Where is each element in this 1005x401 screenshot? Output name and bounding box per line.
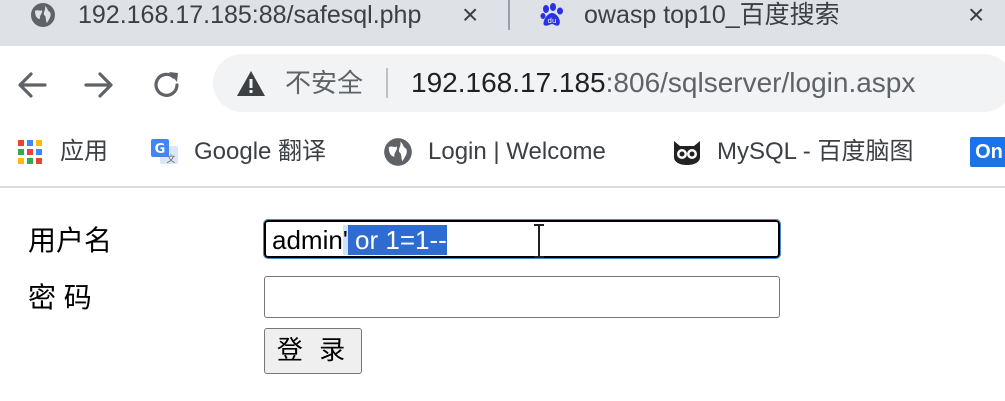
password-input[interactable]	[264, 276, 780, 318]
password-label: 密 码	[28, 282, 92, 313]
reload-icon	[154, 72, 179, 97]
close-icon[interactable]: ×	[462, 0, 478, 30]
globe-icon	[30, 2, 56, 28]
on-badge-icon: On	[970, 137, 1005, 167]
address-bar[interactable]: 不安全 192.168.17.185:806/sqlserver/login.a…	[213, 54, 1005, 112]
bookmark-label: Google 翻译	[194, 138, 327, 165]
forward-arrow-icon	[84, 72, 113, 98]
bookmark-mysql-brainmap[interactable]: MySQL - 百度脑图	[671, 134, 913, 170]
back-button[interactable]	[12, 65, 52, 105]
svg-text:G: G	[155, 142, 166, 157]
google-translate-icon: G 文	[148, 136, 180, 168]
browser-toolbar: 不安全 192.168.17.185:806/sqlserver/login.a…	[0, 46, 1005, 124]
text-cursor-icon	[534, 224, 544, 258]
bookmark-google-translate[interactable]: G 文 Google 翻译	[148, 134, 326, 170]
bookmark-apps[interactable]: 应用	[14, 134, 108, 170]
url-host: 192.168.17.185	[411, 67, 606, 98]
tab-owasp-search[interactable]: du owasp top10_百度搜索 ×	[510, 0, 1005, 46]
tab-strip: 192.168.17.185:88/safesql.php × du owasp…	[0, 0, 1005, 46]
username-value: admin' or 1=1--	[272, 225, 447, 255]
apps-grid-icon	[14, 136, 46, 168]
globe-icon	[382, 136, 414, 168]
bookmark-label: 应用	[60, 138, 108, 165]
reload-button[interactable]	[147, 65, 187, 105]
tab-title: owasp top10_百度搜索	[584, 1, 840, 29]
username-label: 用户名	[28, 225, 113, 256]
username-value-selected: or 1=1--	[347, 225, 447, 255]
bookmark-on[interactable]: On	[970, 134, 1005, 170]
security-status-label[interactable]: 不安全	[285, 67, 363, 99]
warning-triangle-icon	[237, 71, 265, 96]
url-text[interactable]: 192.168.17.185:806/sqlserver/login.aspx	[411, 67, 915, 99]
username-input[interactable]: admin' or 1=1--	[263, 219, 781, 259]
back-arrow-icon	[18, 72, 47, 98]
bookmark-login-welcome[interactable]: Login | Welcome	[382, 134, 606, 170]
svg-text:文: 文	[166, 153, 175, 165]
url-path: :806/sqlserver/login.aspx	[605, 67, 916, 98]
bookmark-label: MySQL - 百度脑图	[717, 138, 914, 165]
bookmarks-bar: 应用 G 文 Google 翻译 Login | Welcome MySQL -…	[0, 124, 1005, 188]
omnibox-divider	[386, 68, 388, 98]
login-page: 用户名 admin' or 1=1-- 密 码 登 录	[0, 188, 1005, 401]
forward-button[interactable]	[79, 65, 119, 105]
login-button[interactable]: 登 录	[264, 328, 362, 374]
close-icon[interactable]: ×	[968, 0, 984, 30]
tab-title: 192.168.17.185:88/safesql.php	[78, 1, 422, 29]
bookmark-label: Login | Welcome	[428, 138, 606, 165]
baidu-brainmap-icon	[671, 136, 703, 168]
tab-safesql[interactable]: 192.168.17.185:88/safesql.php ×	[0, 0, 510, 46]
username-value-plain: admin	[272, 225, 343, 255]
baidu-paw-icon: du	[539, 2, 565, 28]
svg-text:du: du	[548, 17, 557, 25]
